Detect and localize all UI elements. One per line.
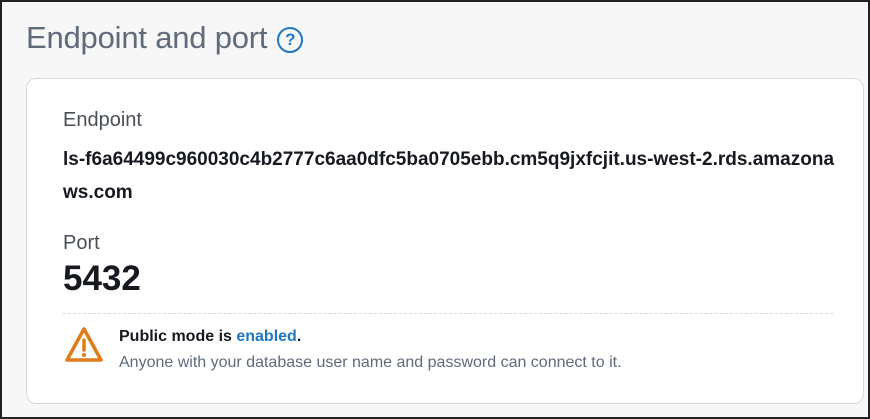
notice-prefix: Public mode is [119, 328, 237, 345]
endpoint-value: ls-f6a64499c960030c4b2777c6aa0dfc5ba0705… [63, 149, 835, 203]
endpoint-label: Endpoint [63, 109, 142, 131]
divider [63, 313, 833, 314]
port-value: 5432 [63, 259, 141, 298]
enabled-link[interactable]: enabled [236, 328, 296, 345]
section-title: Endpoint and port [26, 20, 268, 55]
public-mode-notice: Public mode is enabled. Anyone with your… [63, 323, 622, 372]
notice-text: Public mode is enabled. Anyone with your… [119, 323, 622, 372]
warning-triangle-icon [65, 327, 103, 362]
endpoint-port-panel: Endpoint and port ? Endpoint ls-f6a64499… [0, 0, 870, 419]
notice-title: Public mode is enabled. [119, 328, 622, 346]
help-circle-icon[interactable]: ? [277, 27, 304, 53]
notice-description: Anyone with your database user name and … [119, 354, 622, 371]
port-label: Port [63, 232, 100, 254]
notice-suffix: . [296, 328, 302, 345]
endpoint-card: Endpoint ls-f6a64499c960030c4b2777c6aa0d… [26, 78, 864, 404]
section-header: Endpoint and port ? [26, 20, 304, 56]
